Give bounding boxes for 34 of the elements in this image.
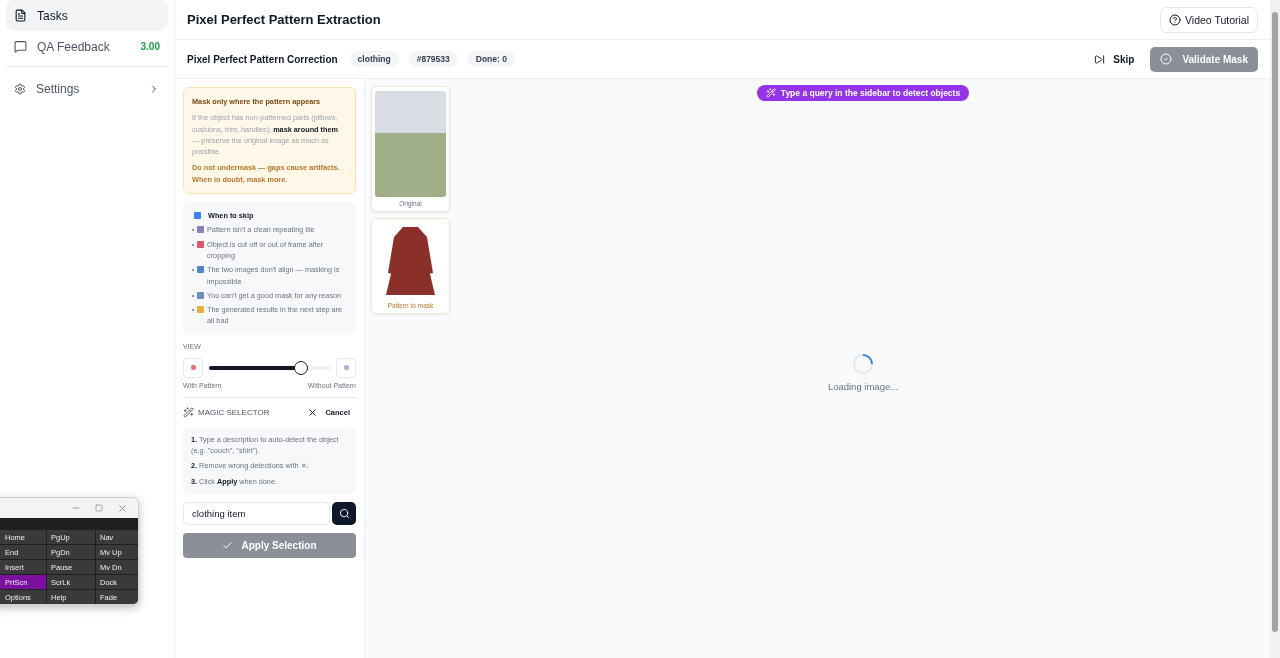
video-tutorial-button[interactable]: Video Tutorial: [1160, 6, 1258, 33]
tag: #879533: [408, 51, 458, 67]
tag: clothing: [349, 51, 399, 67]
skip-icon: [1094, 53, 1106, 65]
skip-emoji-icon: [194, 212, 201, 220]
search-icon: [338, 507, 350, 519]
settings-icon: [14, 82, 26, 95]
magic-selector-title: MAGIC SELECTOR: [198, 407, 270, 417]
skip-button[interactable]: Skip: [1088, 52, 1141, 66]
loading-text: Loading image...: [827, 381, 899, 392]
close-icon[interactable]: [117, 502, 128, 514]
magic-wand-icon: [765, 88, 776, 98]
hint-pill: Type a query in the sidebar to detect objects: [756, 85, 970, 101]
check-icon: [222, 539, 234, 551]
sidebar-item[interactable]: Tasks: [6, 0, 168, 31]
loading-spinner-icon: [852, 353, 874, 375]
close-icon: [307, 406, 319, 418]
page-title: Pixel Perfect Pattern Extraction: [187, 12, 381, 27]
check-circle-icon: [1160, 53, 1173, 65]
document-icon: [14, 9, 27, 22]
magic-wand-icon: [183, 406, 194, 418]
search-button[interactable]: [332, 501, 356, 525]
message-icon: [14, 40, 27, 53]
task-title: Pixel Perfect Pattern Correction: [187, 53, 338, 65]
help-icon: [1169, 13, 1181, 26]
settings-item[interactable]: Settings: [6, 73, 168, 104]
tag: Done: 0: [467, 51, 515, 67]
with-pattern-toggle[interactable]: [183, 357, 203, 378]
maximize-icon[interactable]: [95, 504, 103, 512]
query-field[interactable]: clothing item: [183, 501, 330, 525]
scrollbar[interactable]: [1272, 12, 1278, 632]
sidebar-item[interactable]: QA Feedback 3.00: [6, 31, 168, 62]
without-pattern-toggle[interactable]: [336, 357, 356, 378]
score-label: 3.00: [140, 41, 160, 52]
